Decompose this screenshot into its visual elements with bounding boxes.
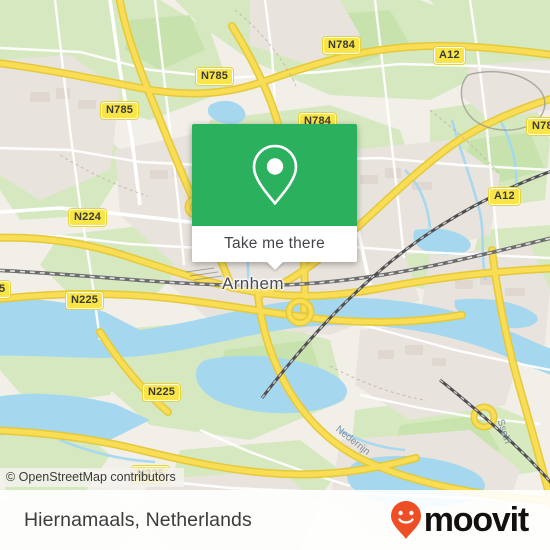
road-shield-n225-2: N225	[141, 383, 182, 402]
road-shield-a12-2: A12	[488, 187, 521, 206]
popup-callout-tail	[265, 261, 284, 270]
road-shield-a12-1: A12	[433, 46, 466, 65]
road-shield-n784-1: N784	[321, 36, 362, 55]
road-shield-n224: N224	[67, 208, 108, 227]
moovit-logo[interactable]: moovit	[390, 500, 529, 540]
map-pin-icon	[252, 144, 297, 205]
take-me-there-label: Take me there	[224, 235, 325, 252]
popup-image-area	[192, 124, 357, 226]
road-shield-clipped-left: 5	[0, 280, 12, 299]
road-shield-n785-2: N785	[99, 101, 140, 120]
road-shield-n78-clipped: N78	[526, 117, 550, 136]
footer-place-name: Hiernamaals, Netherlands	[24, 508, 252, 531]
moovit-pin-icon	[390, 501, 421, 539]
destination-popup-card[interactable]: Take me there	[192, 124, 357, 270]
moovit-map-screen: Arnhem Nederrijn Sseln N785 N785 N784 A1…	[0, 0, 550, 550]
map-label-arnhem: Arnhem	[222, 274, 284, 293]
road-shield-n225-1: N225	[64, 291, 105, 310]
footer-bar: Hiernamaals, Netherlands moovit	[0, 490, 550, 550]
osm-attribution[interactable]: © OpenStreetMap contributors	[0, 468, 184, 487]
road-shield-n785-1: N785	[194, 67, 235, 86]
moovit-wordmark: moovit	[423, 501, 529, 539]
take-me-there-button[interactable]: Take me there	[192, 226, 357, 270]
